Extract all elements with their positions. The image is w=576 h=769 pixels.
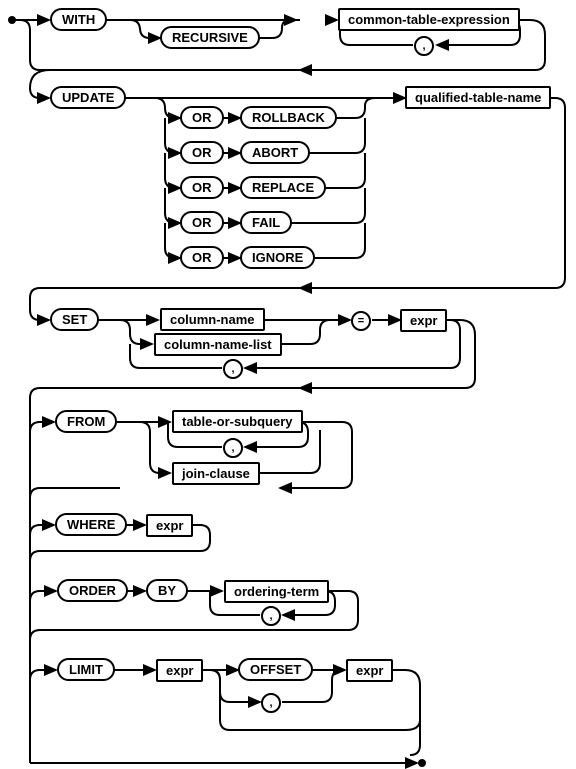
nt-common-table-expression: common-table-expression: [338, 8, 520, 31]
end-dot: [418, 759, 426, 767]
kw-abort: ABORT: [240, 141, 310, 164]
sym-comma-set: ,: [223, 359, 243, 379]
kw-where: WHERE: [55, 513, 127, 536]
kw-fail: FAIL: [240, 211, 292, 234]
kw-update: UPDATE: [50, 86, 126, 109]
kw-limit: LIMIT: [57, 658, 115, 681]
kw-or-2: OR: [180, 141, 224, 164]
kw-set: SET: [50, 308, 99, 331]
kw-by: BY: [146, 579, 188, 602]
start-dot: [8, 16, 16, 24]
sym-comma-limit: ,: [261, 693, 281, 713]
sym-equals: =: [351, 311, 371, 331]
kw-offset: OFFSET: [238, 658, 313, 681]
kw-or-4: OR: [180, 211, 224, 234]
sym-comma-cte: ,: [414, 36, 434, 56]
kw-or-1: OR: [180, 106, 224, 129]
nt-join-clause: join-clause: [172, 462, 260, 485]
kw-ignore: IGNORE: [240, 246, 315, 269]
sym-comma-from: ,: [223, 438, 243, 458]
kw-with: WITH: [50, 8, 107, 31]
syntax-diagram: WITH RECURSIVE common-table-expression ,…: [0, 0, 576, 769]
kw-recursive: RECURSIVE: [160, 26, 260, 49]
sym-comma-order: ,: [261, 606, 281, 626]
kw-or-5: OR: [180, 246, 224, 269]
kw-replace: REPLACE: [240, 176, 326, 199]
nt-expr-set: expr: [400, 309, 447, 332]
kw-or-3: OR: [180, 176, 224, 199]
nt-expr-where: expr: [146, 514, 193, 537]
kw-rollback: ROLLBACK: [240, 106, 337, 129]
kw-order: ORDER: [57, 579, 128, 602]
nt-column-name: column-name: [160, 308, 265, 331]
nt-column-name-list: column-name-list: [154, 333, 282, 356]
nt-expr-offset: expr: [346, 659, 393, 682]
nt-qualified-table-name: qualified-table-name: [405, 86, 551, 109]
kw-from: FROM: [55, 410, 117, 433]
nt-ordering-term: ordering-term: [224, 580, 329, 603]
nt-table-or-subquery: table-or-subquery: [172, 410, 303, 433]
nt-expr-limit: expr: [156, 659, 203, 682]
